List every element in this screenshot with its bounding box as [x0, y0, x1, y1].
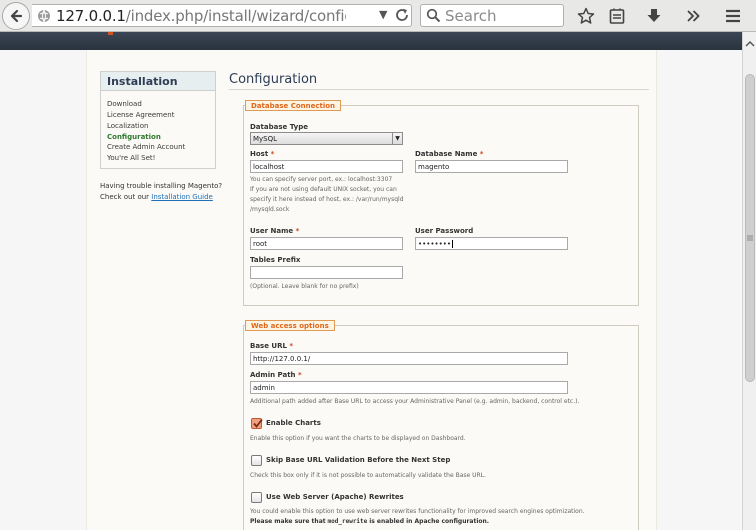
host-label-text: Host	[250, 150, 269, 158]
step-license-agreement: License Agreement	[107, 111, 175, 119]
required-asterisk: *	[295, 227, 300, 235]
base-url-label: Base URL *	[250, 342, 293, 350]
rewrite-note: You could enable this option to use web …	[250, 508, 585, 515]
database-type-label: Database Type	[250, 123, 308, 131]
required-asterisk: *	[297, 371, 302, 379]
database-name-input[interactable]: magento	[415, 160, 568, 173]
step-localization: Localization	[107, 122, 149, 130]
bookmark-star-icon[interactable]	[575, 5, 597, 27]
trouble-text: Having trouble installing Magento?	[100, 182, 223, 190]
host-note-1: You can specify server port, ex.: localh…	[250, 176, 393, 183]
globe-icon	[38, 9, 50, 23]
database-connection-legend: Database Connection	[245, 100, 342, 111]
url-bar[interactable]: 127.0.0.1/index.php/install/wizard/confi…	[32, 4, 412, 27]
back-button[interactable]	[2, 2, 30, 30]
reload-icon[interactable]	[394, 7, 410, 23]
tables-prefix-label: Tables Prefix	[250, 256, 301, 264]
user-name-input[interactable]: root	[250, 237, 403, 250]
url-dropdown-icon[interactable]: ▼	[379, 8, 387, 21]
url-path: /index.php/install/wizard/config/?conf	[125, 7, 346, 25]
tables-prefix-input[interactable]	[250, 266, 403, 279]
host-input[interactable]: localhost	[250, 160, 403, 173]
rewrite-note-2a: Please make sure that	[250, 518, 326, 525]
web-access-options-legend: Web access options	[245, 320, 335, 331]
search-icon	[426, 8, 441, 23]
installation-steps-box: Installation Download License Agreement …	[100, 71, 216, 169]
search-input[interactable]: Search	[445, 7, 497, 25]
scroll-up-icon[interactable]	[744, 40, 756, 48]
user-password-value: ••••••••	[418, 240, 452, 248]
tables-prefix-note: (Optional. Leave blank for no prefix)	[250, 283, 359, 290]
host-note-2: If you are not using default UNIX socket…	[250, 186, 397, 193]
back-arrow-icon	[10, 9, 23, 23]
skip-base-url-validation-note: Check this box only if it is not possibl…	[250, 472, 486, 479]
required-asterisk: *	[270, 150, 275, 158]
sidebar-title: Installation	[101, 72, 215, 91]
title-divider	[229, 89, 649, 90]
scroll-grip-icon	[747, 235, 753, 241]
select-arrow-icon: ▼	[392, 133, 402, 144]
text-cursor	[452, 240, 454, 248]
base-url-input[interactable]: http://127.0.0.1/	[250, 352, 568, 365]
step-download: Download	[107, 100, 142, 108]
vertical-scrollbar[interactable]	[742, 32, 756, 530]
checkout-text: Check out our	[100, 193, 150, 201]
enable-charts-note: Enable this option if you want the chart…	[250, 435, 466, 442]
host-label: Host *	[250, 150, 274, 158]
browser-toolbar: 127.0.0.1/index.php/install/wizard/confi…	[0, 0, 756, 32]
header-accent	[108, 32, 113, 35]
enable-charts-label[interactable]: Enable Charts	[266, 419, 321, 427]
admin-path-note: Additional path added after Base URL to …	[250, 398, 580, 405]
required-asterisk: *	[289, 342, 294, 350]
user-name-label-text: User Name	[250, 227, 294, 235]
step-configuration: Configuration	[107, 133, 161, 141]
rewrite-note-2c: is enabled in Apache configuration.	[369, 518, 490, 525]
url-text[interactable]: 127.0.0.1/index.php/install/wizard/confi…	[56, 7, 346, 25]
step-all-set: You're All Set!	[107, 154, 156, 162]
installation-guide-link[interactable]: Installation Guide	[151, 193, 213, 201]
reading-list-icon[interactable]	[606, 5, 628, 27]
database-type-select[interactable]: MySQL ▼	[250, 132, 403, 145]
search-bar[interactable]: Search	[420, 4, 564, 27]
host-note-4: /mysqld.sock	[250, 206, 290, 213]
overflow-chevron-icon[interactable]	[682, 5, 704, 27]
database-name-label-text: Database Name	[415, 150, 478, 158]
rewrite-note-2: Please make sure that mod_rewrite is ena…	[250, 517, 489, 528]
download-icon[interactable]	[643, 5, 665, 27]
user-password-label: User Password	[415, 227, 474, 235]
step-create-admin-account: Create Admin Account	[107, 143, 186, 151]
database-type-value: MySQL	[253, 135, 278, 143]
required-asterisk: *	[479, 150, 484, 158]
use-web-server-rewrites-checkbox[interactable]	[251, 492, 262, 503]
scrollbar-thumb[interactable]	[745, 74, 755, 382]
skip-base-url-validation-checkbox[interactable]	[251, 455, 262, 466]
use-web-server-rewrites-label[interactable]: Use Web Server (Apache) Rewrites	[266, 493, 404, 501]
host-note-3: specify it here instead of host, ex.: /v…	[250, 196, 404, 203]
menu-hamburger-icon[interactable]	[722, 5, 744, 27]
admin-path-input[interactable]: admin	[250, 381, 568, 394]
url-host: 127.0.0.1	[56, 7, 126, 25]
checkmark-icon	[253, 418, 263, 428]
user-name-label: User Name *	[250, 227, 299, 235]
mod-rewrite-code: mod_rewrite	[327, 518, 368, 525]
user-password-input[interactable]: ••••••••	[415, 237, 568, 250]
base-url-label-text: Base URL	[250, 342, 287, 350]
database-name-label: Database Name *	[415, 150, 483, 158]
admin-path-label-text: Admin Path	[250, 371, 296, 379]
checkout-guide-text: Check out our Installation Guide	[100, 193, 213, 201]
admin-path-label: Admin Path *	[250, 371, 302, 379]
enable-charts-checkbox[interactable]	[251, 418, 263, 429]
skip-base-url-validation-label[interactable]: Skip Base URL Validation Before the Next…	[266, 456, 450, 464]
page-title: Configuration	[229, 72, 318, 87]
